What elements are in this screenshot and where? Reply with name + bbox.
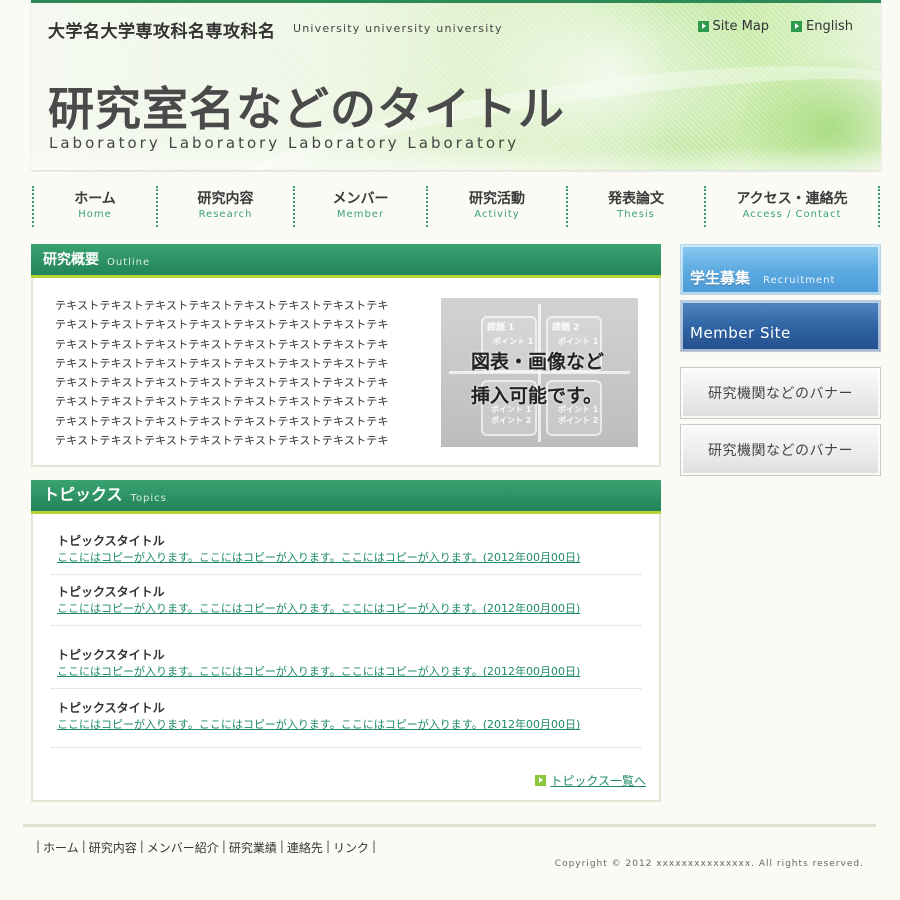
nav-item-sublabel: Member (336, 209, 385, 220)
university-name: 大学名大学専攻科名専攻科名 (48, 22, 276, 42)
sitemap-link[interactable]: Site Map (697, 19, 770, 34)
outline-text-line: テキストテキストテキストテキストテキストテキストテキストテキ (55, 337, 389, 351)
topic-link[interactable]: ここにはコピーが入ります。ここにはコピーが入ります。ここにはコピーが入ります。(… (57, 717, 641, 733)
nav-item-label: 研究活動 (469, 191, 525, 207)
figure-caption-line: 図表・画像など (471, 351, 605, 373)
footer-separator: | (221, 839, 226, 853)
topic-title: トピックスタイトル (57, 585, 165, 599)
nav-item-sublabel: Research (198, 209, 253, 220)
topics-panel-header: トピックス Topics (31, 480, 661, 514)
footer-separator: | (139, 839, 144, 853)
topic-link[interactable]: ここにはコピーが入ります。ここにはコピーが入ります。ここにはコピーが入ります。(… (57, 601, 641, 617)
nav-item-sublabel: Activity (474, 209, 520, 220)
nav-item-member[interactable]: メンバー Member (295, 186, 428, 227)
lab-title[interactable]: 研究室名などのタイトル (48, 73, 565, 139)
topic-link[interactable]: ここにはコピーが入ります。ここにはコピーが入ります。ここにはコピーが入ります。(… (57, 550, 641, 566)
outline-text-line: テキストテキストテキストテキストテキストテキストテキストテキ (55, 395, 389, 409)
nav-item-label: アクセス・連絡先 (736, 191, 848, 207)
footer-link-achievements[interactable]: 研究業績 (229, 839, 277, 856)
footer-separator: | (372, 839, 377, 853)
footer-separator: | (279, 839, 284, 853)
copyright-text: Copyright © 2012 xxxxxxxxxxxxxxx. All ri… (554, 859, 864, 869)
topic-link[interactable]: ここにはコピーが入ります。ここにはコピーが入ります。ここにはコピーが入ります。(… (57, 664, 641, 680)
institution-banner-2[interactable]: 研究機関などのバナー (680, 424, 881, 476)
outline-body-text: テキストテキストテキストテキストテキストテキストテキストテキ テキストテキストテ… (55, 296, 407, 450)
header-utility-links: Site Map English (697, 19, 853, 34)
footer-separator: | (325, 839, 330, 853)
topics-panel: トピックス Topics トピックスタイトル ここにはコピーが入ります。ここには… (31, 480, 661, 802)
footer-link-contact[interactable]: 連絡先 (287, 839, 323, 856)
nav-item-thesis[interactable]: 発表論文 Thesis (568, 186, 706, 227)
arrow-icon (697, 21, 709, 32)
outline-figure-placeholder: 課題 1 課題 2 ポイント 1 ポイント 1 ポイント 1 ポイント 1 ポイ… (441, 298, 638, 447)
figure-caption-line: 挿入可能です。 (471, 385, 603, 407)
arrow-icon (791, 21, 803, 32)
site-header: 大学名大学専攻科名専攻科名 University university univ… (31, 0, 881, 170)
figure-box-label: ポイント 2 (558, 416, 599, 425)
topic-item: トピックスタイトル ここにはコピーが入ります。ここにはコピーが入ります。ここには… (51, 689, 641, 748)
outline-text-line: テキストテキストテキストテキストテキストテキストテキストテキ (55, 376, 389, 390)
footer-nav: | ホーム | 研究内容 | メンバー紹介 | 研究業績 | 連絡先 | リンク… (33, 839, 379, 856)
recruitment-banner-sublabel: Recruitment (763, 275, 836, 286)
topic-title: トピックスタイトル (57, 701, 165, 715)
institution-banner-1[interactable]: 研究機関などのバナー (680, 367, 881, 419)
topic-title: トピックスタイトル (57, 534, 165, 548)
nav-item-activity[interactable]: 研究活動 Activity (428, 186, 568, 227)
global-nav: ホーム Home 研究内容 Research メンバー Member 研究活動 … (32, 186, 880, 227)
topic-item: トピックスタイトル ここにはコピーが入ります。ここにはコピーが入ります。ここには… (51, 575, 641, 626)
figure-box-label: 課題 1 (487, 323, 515, 333)
nav-item-sublabel: Access / Contact (742, 209, 842, 220)
topics-list: トピックスタイトル ここにはコピーが入ります。ここにはコピーが入ります。ここには… (51, 524, 641, 748)
outline-title-en: Outline (107, 257, 151, 268)
outline-text-line: テキストテキストテキストテキストテキストテキストテキストテキ (55, 434, 389, 448)
topics-more-label: トピックス一覧へ (550, 774, 646, 788)
english-link-label: English (806, 19, 853, 34)
outline-text-line: テキストテキストテキストテキストテキストテキストテキストテキ (55, 299, 389, 312)
figure-caption: 図表・画像など 挿入可能です。 (471, 345, 604, 413)
topics-title: トピックス (43, 485, 123, 504)
university-name-en: University university university (293, 22, 503, 35)
figure-box-label: ポイント 2 (491, 416, 532, 425)
nav-item-home[interactable]: ホーム Home (34, 186, 158, 227)
nav-item-label: 研究内容 (197, 191, 254, 207)
topic-item: トピックスタイトル ここにはコピーが入ります。ここにはコピーが入ります。ここには… (51, 626, 641, 689)
outline-text-line: テキストテキストテキストテキストテキストテキストテキストテキ (55, 318, 389, 332)
nav-item-label: ホーム (74, 191, 116, 207)
outline-panel-header: 研究概要 Outline (31, 244, 661, 278)
nav-item-label: メンバー (332, 191, 389, 207)
footer-separator: | (81, 839, 86, 853)
nav-item-research[interactable]: 研究内容 Research (158, 186, 295, 227)
outline-text-line: テキストテキストテキストテキストテキストテキストテキストテキ (55, 414, 389, 428)
recruitment-banner[interactable]: 学生募集 Recruitment (680, 244, 881, 295)
member-site-banner[interactable]: Member Site (680, 300, 881, 352)
footer-link-links[interactable]: リンク (333, 839, 369, 856)
footer-separator: | (36, 839, 41, 853)
nav-item-sublabel: Home (78, 209, 112, 220)
lab-title-en: Laboratory Laboratory Laboratory Laborat… (49, 134, 520, 152)
nav-item-label: 発表論文 (608, 191, 664, 207)
footer-link-research[interactable]: 研究内容 (89, 839, 137, 856)
topic-title: トピックスタイトル (57, 648, 165, 662)
topics-more-link[interactable]: トピックス一覧へ (535, 772, 646, 789)
topic-item: トピックスタイトル ここにはコピーが入ります。ここにはコピーが入ります。ここには… (51, 524, 641, 575)
arrow-icon (535, 775, 547, 786)
institution-banner-label: 研究機関などのバナー (708, 443, 853, 459)
member-site-banner-label: Member Site (690, 324, 791, 342)
institution-banner-label: 研究機関などのバナー (708, 386, 853, 402)
outline-panel: 研究概要 Outline テキストテキストテキストテキストテキストテキストテキス… (31, 244, 661, 467)
footer-link-members[interactable]: メンバー紹介 (147, 839, 219, 856)
recruitment-banner-label: 学生募集 (690, 269, 751, 287)
nav-item-access[interactable]: アクセス・連絡先 Access / Contact (706, 186, 880, 227)
nav-item-sublabel: Thesis (617, 209, 655, 220)
footer-link-home[interactable]: ホーム (43, 839, 79, 856)
outline-title: 研究概要 (43, 252, 99, 268)
english-link[interactable]: English (791, 19, 853, 34)
footer-divider (23, 824, 876, 827)
outline-text-line: テキストテキストテキストテキストテキストテキストテキストテキ (55, 356, 389, 370)
sitemap-link-label: Site Map (712, 19, 770, 34)
topics-title-en: Topics (130, 493, 167, 504)
figure-box-label: 課題 2 (552, 323, 580, 333)
